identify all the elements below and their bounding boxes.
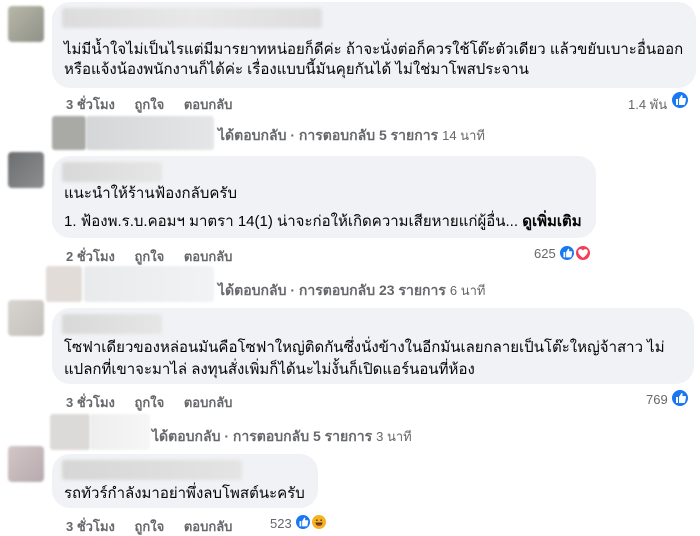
avatar[interactable]	[8, 6, 44, 42]
comment-actions: 3 ชั่วโมง ถูกใจ ตอบกลับ	[66, 516, 248, 536]
like-reaction-icon[interactable]	[670, 90, 690, 110]
comment-text: ไม่มีน้ำใจไม่เป็นไรแต่มีมารยาทหน่อยก็ดีค…	[64, 41, 684, 58]
comment-text: 1. ฟ้องพ.ร.บ.คอมฯ มาตรา 14(1) น่าจะก่อให…	[64, 213, 519, 230]
avatar[interactable]	[8, 152, 44, 188]
love-reaction-icon[interactable]	[574, 244, 592, 262]
see-more-link[interactable]: ดูเพิ่มเติม	[522, 213, 581, 230]
commenter-name[interactable]	[62, 460, 242, 480]
replies-time: 6 นาที	[449, 283, 486, 298]
replies-label[interactable]: ได้ตอบกลับ · การตอบกลับ 5 รายการ	[218, 127, 438, 143]
commenter-name[interactable]	[62, 162, 162, 182]
reply-button[interactable]: ตอบกลับ	[184, 519, 233, 534]
comment-time[interactable]: 3 ชั่วโมง	[66, 97, 115, 112]
reply-button[interactable]: ตอบกลับ	[184, 249, 233, 264]
reply-avatar[interactable]	[52, 116, 86, 150]
comment-actions: 3 ชั่วโมง ถูกใจ ตอบกลับ	[66, 392, 248, 413]
like-reaction-icon[interactable]	[558, 244, 576, 262]
reply-button[interactable]: ตอบกลับ	[184, 395, 233, 410]
reply-avatar-name-blur	[90, 414, 150, 450]
reply-avatar-name-blur	[84, 266, 214, 302]
replies-label[interactable]: ได้ตอบกลับ · การตอบกลับ 23 รายการ	[218, 282, 446, 298]
reaction-count[interactable]: 523	[270, 516, 292, 531]
avatar[interactable]	[8, 446, 44, 482]
comment-time[interactable]: 3 ชั่วโมง	[66, 395, 115, 410]
comment-text: แนะนำให้ร้านฟ้องกลับครับ	[64, 185, 237, 202]
reply-avatar-name-blur	[86, 116, 214, 150]
comment-text: โซฟาเดียวของหล่อนมันคือโซฟาใหญ่ติดกันซึ่…	[64, 339, 665, 356]
reply-avatar[interactable]	[50, 414, 90, 450]
comment-time[interactable]: 2 ชั่วโมง	[66, 249, 115, 264]
commenter-name[interactable]	[62, 314, 162, 334]
like-reaction-icon[interactable]	[670, 388, 690, 408]
replies-time: 3 นาที	[376, 429, 412, 444]
comment-actions: 2 ชั่วโมง ถูกใจ ตอบกลับ	[66, 246, 248, 267]
view-replies-link[interactable]: ได้ตอบกลับ · การตอบกลับ 5 รายการ 14 นาที	[218, 125, 485, 147]
like-button[interactable]: ถูกใจ	[135, 519, 165, 534]
view-replies-link[interactable]: ได้ตอบกลับ · การตอบกลับ 23 รายการ 6 นาที	[218, 280, 486, 302]
like-reaction-icon[interactable]	[294, 513, 312, 531]
comment-actions: 3 ชั่วโมง ถูกใจ ตอบกลับ	[66, 94, 248, 115]
comment-text: แปลกที่เขาจะมาไล่ ลงทุนสั่งเพิ่มก็ได้นะไ…	[64, 361, 475, 378]
like-button[interactable]: ถูกใจ	[135, 249, 165, 264]
like-button[interactable]: ถูกใจ	[135, 97, 165, 112]
view-replies-link[interactable]: ได้ตอบกลับ · การตอบกลับ 5 รายการ 3 นาที	[152, 426, 412, 448]
haha-reaction-icon[interactable]	[310, 513, 328, 531]
like-button[interactable]: ถูกใจ	[135, 395, 165, 410]
replies-label[interactable]: ได้ตอบกลับ · การตอบกลับ 5 รายการ	[152, 428, 372, 444]
comment-text-line: 1. ฟ้องพ.ร.บ.คอมฯ มาตรา 14(1) น่าจะก่อให…	[64, 212, 582, 232]
reaction-count[interactable]: 769	[646, 392, 668, 407]
commenter-name[interactable]	[62, 8, 322, 28]
comment-time[interactable]: 3 ชั่วโมง	[66, 519, 115, 534]
comment-text: รถทัวร์กำลังมาอย่าพึ่งลบโพสต์นะครับ	[64, 485, 305, 502]
replies-time: 14 นาที	[442, 128, 485, 143]
comment-text: หรือแจ้งน้องพนักงานก็ได้ค่ะ เรื่องแบบนี้…	[64, 61, 529, 78]
reply-avatar[interactable]	[46, 266, 82, 302]
reaction-count[interactable]: 1.4 พัน	[628, 94, 667, 115]
reaction-count[interactable]: 625	[534, 246, 556, 261]
reply-button[interactable]: ตอบกลับ	[184, 97, 233, 112]
avatar[interactable]	[8, 300, 44, 336]
